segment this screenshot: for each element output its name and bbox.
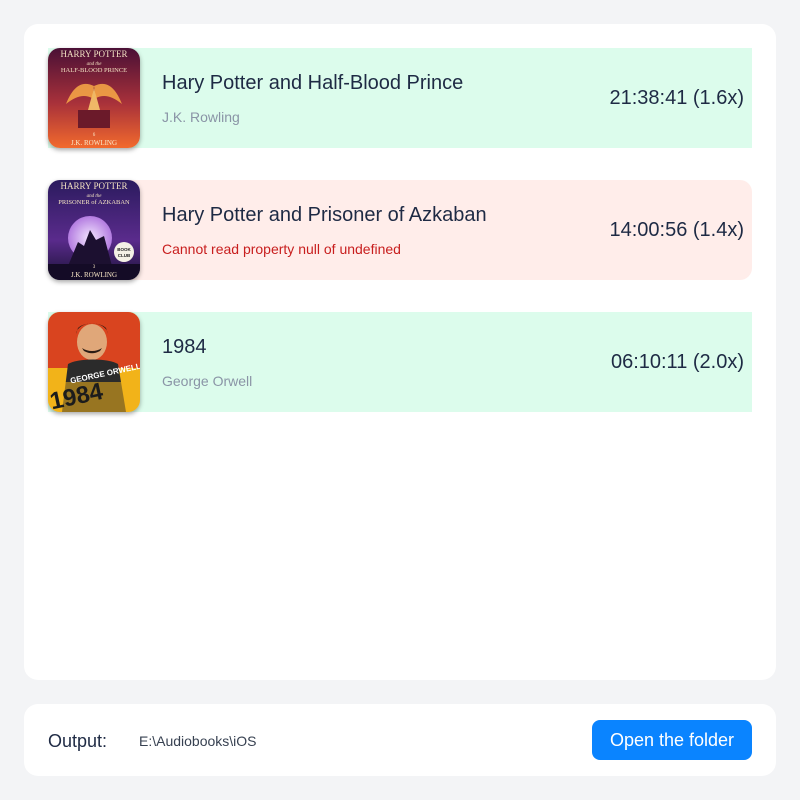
cover-author: J.K. ROWLING bbox=[71, 271, 117, 279]
prisoner-of-azkaban-cover-icon: BOOK CLUB HARRY POTTER and the PRISONER … bbox=[48, 180, 140, 280]
book-row-half-blood-prince[interactable]: HARRY POTTER and the HALF-BLOOD PRINCE 6… bbox=[48, 48, 752, 148]
book-title: Hary Potter and Prisoner of Azkaban bbox=[162, 204, 487, 226]
open-folder-button[interactable]: Open the folder bbox=[592, 720, 752, 760]
book-title: 1984 bbox=[162, 336, 207, 358]
output-path: E:\Audiobooks\iOS bbox=[139, 733, 257, 749]
book-duration: 06:10:11 (2.0x) bbox=[610, 351, 744, 373]
book-author: George Orwell bbox=[162, 373, 253, 389]
book-author: J.K. Rowling bbox=[162, 109, 240, 125]
book-club-badge: CLUB bbox=[118, 253, 131, 258]
output-footer: Output: E:\Audiobooks\iOS Open the folde… bbox=[24, 704, 776, 776]
cover-author: J.K. ROWLING bbox=[71, 139, 117, 147]
book-row-prisoner-of-azkaban[interactable]: BOOK CLUB HARRY POTTER and the PRISONER … bbox=[48, 180, 752, 280]
cover-title-line: HALF-BLOOD PRINCE bbox=[61, 67, 127, 74]
half-blood-prince-cover-icon: HARRY POTTER and the HALF-BLOOD PRINCE 6… bbox=[48, 48, 140, 148]
output-label: Output: bbox=[48, 731, 108, 751]
book-club-badge: BOOK bbox=[117, 247, 131, 252]
cover-title-line: HARRY POTTER bbox=[61, 181, 128, 191]
nineteen-eighty-four-cover-icon: GEORGE ORWELL 1984 bbox=[48, 312, 140, 412]
book-title: Hary Potter and Half-Blood Prince bbox=[162, 72, 464, 94]
cover-title-line: HARRY POTTER bbox=[61, 49, 128, 59]
error-message: Cannot read property null of undefined bbox=[162, 241, 401, 257]
book-duration: 14:00:56 (1.4x) bbox=[609, 219, 744, 241]
audiobook-list-panel: HARRY POTTER and the HALF-BLOOD PRINCE 6… bbox=[24, 24, 776, 680]
book-row-1984[interactable]: GEORGE ORWELL 1984 1984 George Orwell 06… bbox=[48, 312, 752, 412]
book-duration: 21:38:41 (1.6x) bbox=[609, 87, 744, 109]
cover-title-line: PRISONER of AZKABAN bbox=[58, 199, 130, 206]
